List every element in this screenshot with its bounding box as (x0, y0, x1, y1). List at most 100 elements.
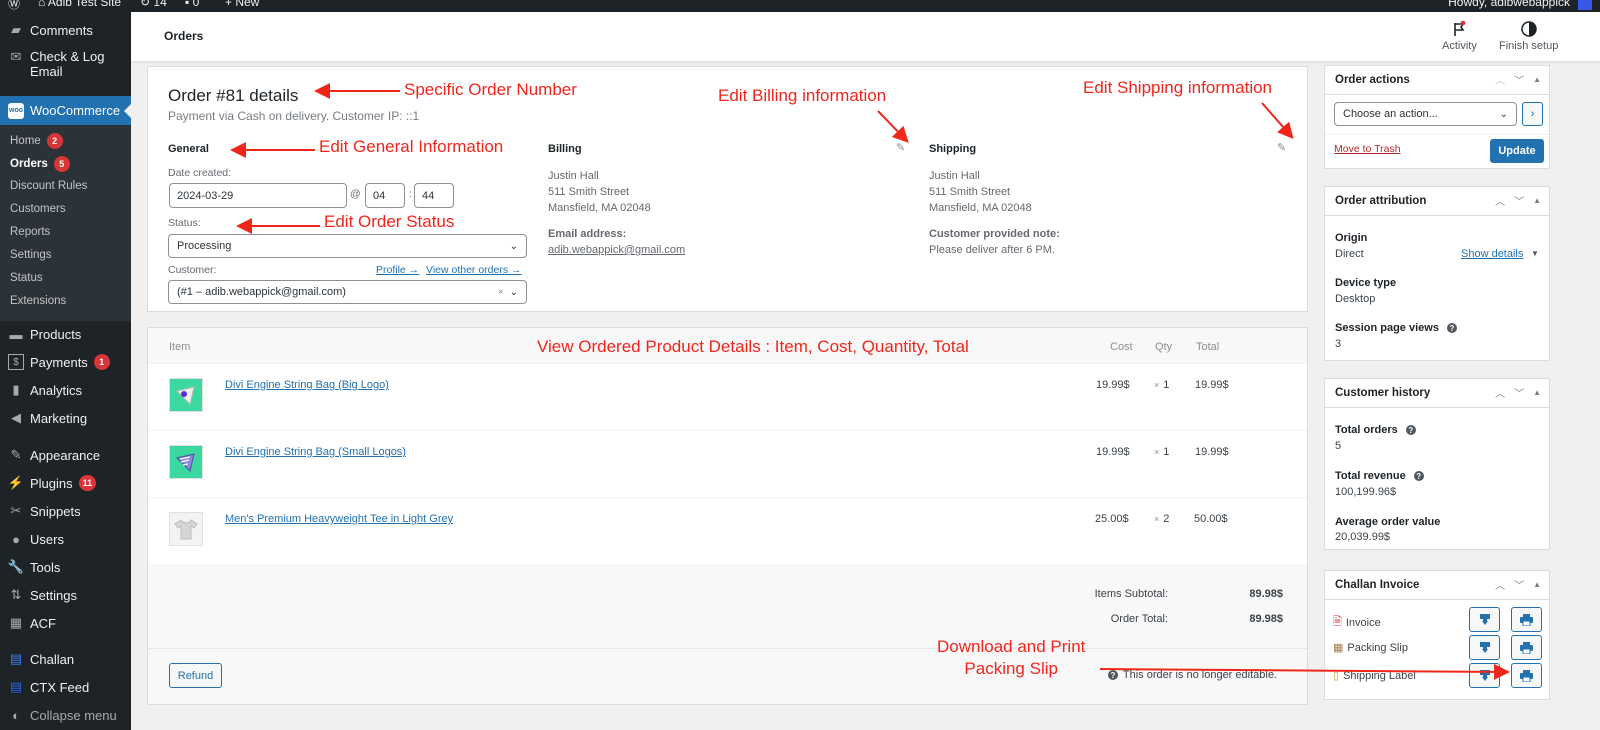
download-shipping-label-button[interactable] (1469, 663, 1500, 688)
caret-down-icon[interactable]: ▼ (1531, 249, 1539, 258)
product-thumbnail[interactable] (169, 445, 203, 479)
product-link[interactable]: Men's Premium Heavyweight Tee in Light G… (225, 513, 453, 525)
shipping-label-label: Shipping Label (1343, 669, 1416, 682)
help-icon[interactable]: ? (1446, 323, 1457, 333)
print-invoice-button[interactable] (1511, 607, 1542, 632)
move-down-icon[interactable]: ﹀ (1514, 72, 1524, 87)
sidebar-item-users[interactable]: ● Users (0, 529, 131, 549)
collapse-menu-button[interactable]: ◐ Collapse menu (0, 705, 131, 725)
move-up-icon[interactable]: ︿ (1495, 385, 1505, 400)
submenu-discount-rules[interactable]: Discount Rules (10, 180, 87, 192)
billing-email-link[interactable]: adib.webappick@gmail.com (548, 242, 685, 258)
sidebar-item-plugins[interactable]: ⚡ Plugins 11 (0, 473, 131, 493)
minute-input[interactable]: 44 (414, 183, 454, 208)
order-totals: Items Subtotal: 89.98$ Order Total: 89.9… (148, 564, 1307, 704)
sidebar-item-tools[interactable]: 🔧 Tools (0, 557, 131, 577)
sidebar-item-payments[interactable]: $ Payments 1 (0, 352, 131, 372)
move-down-icon[interactable]: ﹀ (1514, 577, 1524, 592)
cost-column-header: Cost (1110, 341, 1133, 353)
sidebar-item-comments[interactable]: ▰ Comments (0, 20, 131, 40)
device-type-value: Desktop (1335, 293, 1376, 305)
move-up-icon[interactable]: ︿ (1495, 577, 1505, 592)
print-packing-slip-button[interactable] (1511, 635, 1542, 660)
submenu-settings[interactable]: Settings (10, 249, 52, 261)
collapse-toggle-icon[interactable]: ▲ (1533, 388, 1541, 397)
apply-action-button[interactable]: › (1522, 102, 1543, 126)
sidebar-item-snippets[interactable]: ✂ Snippets (0, 501, 131, 521)
help-icon[interactable]: ? (1405, 425, 1416, 435)
shipping-street: 511 Smith Street (929, 186, 1011, 198)
move-up-icon[interactable]: ︿ (1495, 193, 1505, 208)
print-shipping-label-button[interactable] (1511, 663, 1542, 688)
sidebar-item-appearance[interactable]: ✎ Appearance (0, 445, 131, 465)
download-packing-slip-button[interactable] (1469, 635, 1500, 660)
help-icon[interactable]: ? (1413, 471, 1424, 481)
sidebar-item-check-log-email[interactable]: ✉ Check & Log Email (0, 49, 131, 81)
edit-shipping-pencil-icon[interactable]: ✎ (1277, 141, 1286, 154)
megaphone-icon: ◀ (11, 410, 21, 425)
sidebar-item-marketing[interactable]: ◀ Marketing (0, 408, 131, 428)
sidebar-item-analytics[interactable]: ▮ Analytics (0, 380, 131, 400)
billing-street: 511 Smith Street (548, 186, 630, 198)
item-qty: × 1 (1154, 379, 1169, 391)
sidebar-item-acf[interactable]: ▦ ACF (0, 613, 131, 633)
user-icon: ● (12, 531, 20, 547)
finish-setup-button[interactable]: Finish setup (1499, 20, 1558, 52)
submenu-reports[interactable]: Reports (10, 226, 50, 238)
download-invoice-button[interactable] (1469, 607, 1500, 632)
sidebar-item-challan[interactable]: ▤ Challan (0, 649, 131, 669)
avatar[interactable] (1578, 0, 1592, 10)
sidebar-item-label: Challan (30, 651, 75, 667)
howdy-user[interactable]: Howdy, adibwebappick (1448, 0, 1570, 9)
show-details-link[interactable]: Show details (1461, 248, 1523, 260)
move-to-trash-link[interactable]: Move to Trash (1334, 143, 1401, 155)
view-other-orders-link[interactable]: View other orders → (426, 264, 522, 276)
annotation-order-status: Edit Order Status (324, 212, 455, 231)
order-actions-header: Order actions ︿ ﹀ ▲ (1325, 66, 1549, 95)
submenu-home[interactable]: Home 2 (10, 133, 63, 149)
clear-customer-icon[interactable]: × (498, 287, 504, 298)
hour-input[interactable]: 04 (365, 183, 405, 208)
product-thumbnail[interactable] (169, 378, 203, 412)
site-name-link[interactable]: ⌂ Adib Test Site (38, 0, 121, 9)
move-down-icon[interactable]: ﹀ (1514, 385, 1524, 400)
product-link[interactable]: Divi Engine String Bag (Big Logo) (225, 379, 389, 391)
date-created-input[interactable]: 2024-03-29 (169, 183, 347, 208)
product-thumbnail[interactable] (169, 512, 203, 546)
updates-link[interactable]: ↻ 14 (140, 0, 167, 9)
collapse-toggle-icon[interactable]: ▲ (1533, 196, 1541, 205)
sidebar-item-label: Tools (30, 559, 61, 575)
comments-link[interactable]: ▪ 0 (185, 0, 199, 9)
new-content-link[interactable]: + New (225, 0, 259, 9)
submenu-status[interactable]: Status (10, 272, 43, 284)
product-link[interactable]: Divi Engine String Bag (Small Logos) (225, 446, 406, 458)
activity-button[interactable]: Activity (1442, 20, 1477, 52)
sidebar-item-woocommerce[interactable]: woo WooCommerce (0, 96, 131, 125)
customer-profile-link[interactable]: Profile → (376, 264, 419, 276)
wordpress-logo-icon[interactable]: Ⓦ (8, 0, 20, 12)
status-select[interactable]: Processing ⌄ (168, 234, 527, 258)
sidebar-item-settings[interactable]: ⇅ Settings (0, 585, 131, 605)
collapse-toggle-icon[interactable]: ▲ (1533, 580, 1541, 589)
page-title: Orders (164, 29, 204, 43)
update-button[interactable]: Update (1490, 139, 1544, 163)
collapse-toggle-icon[interactable]: ▲ (1533, 75, 1541, 84)
sidebar-item-products[interactable]: ▬ Products (0, 324, 131, 344)
submenu-orders[interactable]: Orders 5 (10, 156, 70, 172)
sidebar-item-label: Check & Log Email (30, 49, 105, 79)
sidebar-item-label: Analytics (30, 382, 83, 398)
move-down-icon[interactable]: ﹀ (1514, 193, 1524, 208)
annotation-shipping: Edit Shipping information (1083, 78, 1273, 97)
shipping-address: Justin Hall 511 Smith Street Mansfield, … (929, 168, 1032, 216)
item-column-header: Item (169, 341, 191, 353)
qty-value: 1 (1163, 446, 1170, 458)
submenu-customers[interactable]: Customers (10, 203, 66, 215)
edit-billing-pencil-icon[interactable]: ✎ (896, 141, 905, 154)
sidebar-item-label: Comments (30, 22, 93, 38)
order-action-select[interactable]: Choose an action... ⌄ (1334, 102, 1517, 126)
refund-button[interactable]: Refund (169, 663, 222, 688)
sidebar-item-ctx-feed[interactable]: ▤ CTX Feed (0, 677, 131, 697)
move-up-icon[interactable]: ︿ (1495, 72, 1505, 87)
customer-select[interactable]: (#1 – adib.webappick@gmail.com) × ⌄ (168, 280, 527, 304)
submenu-extensions[interactable]: Extensions (10, 295, 66, 307)
